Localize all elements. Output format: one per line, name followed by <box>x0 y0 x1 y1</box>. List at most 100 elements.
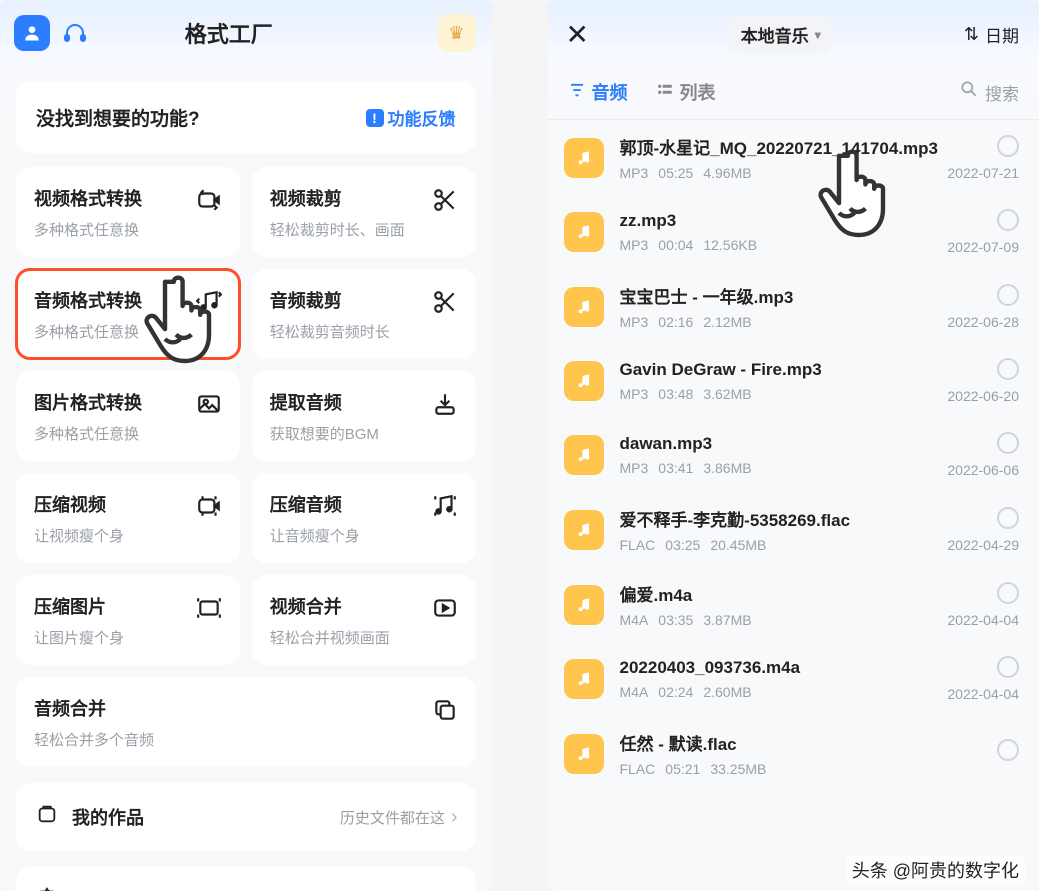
file-item[interactable]: 郭顶-水星记_MQ_20220721_141704.mp3 MP305:254.9… <box>548 120 1039 195</box>
feedback-card: 没找到想要的功能? 功能反馈 <box>16 82 476 153</box>
tools-grid: 视频格式转换多种格式任意换视频裁剪轻松裁剪时长、画面音频格式转换多种格式任意换音… <box>0 167 492 767</box>
scissors-icon <box>430 287 460 317</box>
menu-works-aside: 历史文件都在这 <box>340 806 458 829</box>
select-radio[interactable] <box>997 432 1019 454</box>
select-radio[interactable] <box>997 209 1019 231</box>
file-name: 20220403_093736.m4a <box>620 658 948 678</box>
tool-tile[interactable]: 音频裁剪轻松裁剪音频时长 <box>252 269 476 359</box>
close-icon[interactable]: ✕ <box>566 18 598 51</box>
app-title: 格式工厂 <box>20 17 438 49</box>
menu-settings[interactable]: 系统设置 在线客服 <box>16 867 476 891</box>
tab-audio[interactable]: 音频 <box>568 79 628 105</box>
music-file-icon <box>564 287 604 327</box>
tool-tile[interactable]: 音频合并轻松合并多个音频 <box>16 677 476 767</box>
file-meta: FLAC05:2133.25MB <box>620 761 998 777</box>
file-item[interactable]: dawan.mp3MP303:413.86MB2022-06-06 <box>548 418 1039 492</box>
file-item[interactable]: zz.mp3MP300:0412.56KB2022-07-09 <box>548 195 1039 269</box>
music-file-icon <box>564 585 604 625</box>
file-meta: MP305:254.96MB <box>620 165 948 181</box>
sort-button[interactable]: ⇅ 日期 <box>964 22 1019 47</box>
menu-works[interactable]: 我的作品 历史文件都在这 <box>16 783 476 851</box>
file-item[interactable]: 偏爱.m4aM4A03:353.87MB2022-04-04 <box>548 567 1039 642</box>
file-date: 2022-06-06 <box>947 462 1019 478</box>
select-radio[interactable] <box>997 582 1019 604</box>
audio-convert-icon <box>194 287 224 317</box>
file-item[interactable]: 20220403_093736.m4a M4A02:242.60MB2022-04… <box>548 642 1039 716</box>
select-radio[interactable] <box>997 284 1019 306</box>
music-file-icon <box>564 212 604 252</box>
right-phone-screen: ✕ 本地音乐 ▾ ⇅ 日期 音频 列表 <box>548 0 1039 891</box>
left-phone-screen: 格式工厂 ♛ 没找到想要的功能? 功能反馈 视频格式转换多种格式任意换视频裁剪轻… <box>0 0 492 891</box>
tile-subtitle: 多种格式任意换 <box>34 219 224 240</box>
compress-audio-icon <box>430 491 460 521</box>
feedback-prompt: 没找到想要的功能? <box>36 104 366 131</box>
select-radio[interactable] <box>997 739 1019 761</box>
file-name: 郭顶-水星记_MQ_20220721_141704.mp3 <box>620 134 948 159</box>
tile-subtitle: 让视频瘦个身 <box>34 525 224 546</box>
compress-image-icon <box>194 593 224 623</box>
scissors-icon <box>430 185 460 215</box>
tool-tile[interactable]: 提取音频获取想要的BGM <box>252 371 476 461</box>
vip-crown-icon[interactable]: ♛ <box>438 14 476 52</box>
tab-list[interactable]: 列表 <box>656 79 716 105</box>
search-button[interactable]: 搜索 <box>959 79 1019 105</box>
file-item[interactable]: 任然 - 默读.flac FLAC05:2133.25MB <box>548 716 1039 791</box>
file-name: 宝宝巴士 - 一年级.mp3 <box>620 283 948 308</box>
tool-tile[interactable]: 视频合并轻松合并视频画面 <box>252 575 476 665</box>
file-item[interactable]: 宝宝巴士 - 一年级.mp3 MP302:162.12MB2022-06-28 <box>548 269 1039 344</box>
menu-works-label: 我的作品 <box>72 804 340 830</box>
tabs-bar: 音频 列表 搜索 <box>548 69 1039 120</box>
file-name: zz.mp3 <box>620 211 948 231</box>
feedback-link[interactable]: 功能反馈 <box>366 105 456 130</box>
image-convert-icon <box>194 389 224 419</box>
tool-tile[interactable]: 视频格式转换多种格式任意换 <box>16 167 240 257</box>
music-file-icon <box>564 138 604 178</box>
tile-title: 音频合并 <box>34 695 460 721</box>
file-name: 任然 - 默读.flac <box>620 730 998 755</box>
video-convert-icon <box>194 185 224 215</box>
file-meta: MP303:483.62MB <box>620 386 948 402</box>
merge-audio-icon <box>430 695 460 725</box>
tile-subtitle: 轻松裁剪时长、画面 <box>270 219 460 240</box>
file-date: 2022-07-21 <box>947 165 1019 181</box>
app-header: 格式工厂 ♛ <box>0 0 492 66</box>
chevron-down-icon: ▾ <box>815 28 821 42</box>
settings-icon <box>34 887 60 891</box>
music-file-icon <box>564 361 604 401</box>
music-file-icon <box>564 510 604 550</box>
file-meta: MP303:413.86MB <box>620 460 948 476</box>
sort-icon: ⇅ <box>964 24 979 45</box>
file-list: 郭顶-水星记_MQ_20220721_141704.mp3 MP305:254.9… <box>548 120 1039 791</box>
select-radio[interactable] <box>997 507 1019 529</box>
tool-tile[interactable]: 压缩图片让图片瘦个身 <box>16 575 240 665</box>
file-date: 2022-06-28 <box>947 314 1019 330</box>
select-radio[interactable] <box>997 358 1019 380</box>
tool-tile[interactable]: 视频裁剪轻松裁剪时长、画面 <box>252 167 476 257</box>
file-date: 2022-04-04 <box>947 612 1019 628</box>
tool-tile[interactable]: 压缩视频让视频瘦个身 <box>16 473 240 563</box>
music-file-icon <box>564 734 604 774</box>
tool-tile[interactable]: 音频格式转换多种格式任意换 <box>16 269 240 359</box>
music-file-icon <box>564 435 604 475</box>
tile-subtitle: 多种格式任意换 <box>34 423 224 444</box>
tile-subtitle: 获取想要的BGM <box>270 423 460 444</box>
tool-tile[interactable]: 图片格式转换多种格式任意换 <box>16 371 240 461</box>
tool-tile[interactable]: 压缩音频让音频瘦个身 <box>252 473 476 563</box>
file-date: 2022-04-04 <box>947 686 1019 702</box>
select-radio[interactable] <box>997 135 1019 157</box>
search-icon <box>959 79 979 105</box>
file-meta: M4A02:242.60MB <box>620 684 948 700</box>
music-file-icon <box>564 659 604 699</box>
tile-subtitle: 让音频瘦个身 <box>270 525 460 546</box>
file-item[interactable]: Gavin DeGraw - Fire.mp3MP303:483.62MB202… <box>548 344 1039 418</box>
file-meta: MP302:162.12MB <box>620 314 948 330</box>
watermark: 头条 @阿贵的数字化 <box>846 855 1025 885</box>
tile-subtitle: 轻松合并视频画面 <box>270 627 460 648</box>
file-date: 2022-04-29 <box>947 537 1019 553</box>
select-radio[interactable] <box>997 656 1019 678</box>
source-dropdown[interactable]: 本地音乐 ▾ <box>727 16 835 53</box>
tile-subtitle: 轻松裁剪音频时长 <box>270 321 460 342</box>
compress-video-icon <box>194 491 224 521</box>
picker-header: ✕ 本地音乐 ▾ ⇅ 日期 <box>548 0 1039 69</box>
file-item[interactable]: 爱不释手-李克勤-5358269.flacFLAC03:2520.45MB202… <box>548 492 1039 567</box>
